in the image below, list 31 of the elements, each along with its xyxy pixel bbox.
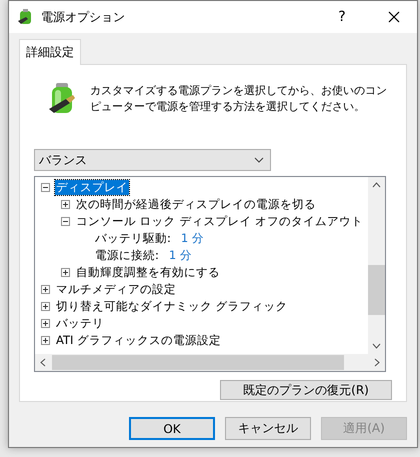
help-button[interactable]: ? [319,9,365,25]
collapse-icon[interactable] [61,216,70,226]
scrollbar-thumb[interactable] [368,265,385,315]
dialog-button[interactable]: キャンセル [225,417,311,440]
tree-item[interactable]: 切り替え可能なダイナミック グラフィック [55,299,289,314]
close-icon[interactable] [388,11,400,23]
dialog-button[interactable]: OK [129,417,215,440]
tree-item[interactable]: 次の時間が経過後ディスプレイの電源を切る [75,197,317,212]
tree-item[interactable]: マルチメディアの設定 [55,282,177,297]
description-text: カスタマイズする電源プランを選択してから、お使いのコンピューターで電源を管理する方法を選択してください。 [90,83,388,115]
scrollbar-thumb[interactable] [52,355,344,370]
expand-icon[interactable] [41,302,50,310]
setting-label: バッテリ駆動: [95,231,171,246]
expand-icon[interactable] [41,284,50,294]
expand-icon[interactable] [61,268,70,276]
tree-item[interactable]: バッテリ [55,316,105,331]
restore-defaults-button[interactable]: 既定のプランの復元(R) [220,380,392,400]
expand-icon[interactable] [41,318,50,328]
tree-item[interactable]: 自動輝度調整を有効にする [75,265,221,280]
setting-value[interactable]: 1 分 [168,248,192,263]
setting-label: 電源に接続: [95,248,159,263]
collapse-icon[interactable] [41,182,50,192]
expand-icon[interactable] [41,336,50,344]
tree-item[interactable]: コンソール ロック ディスプレイ オフのタイムアウト [75,214,364,229]
setting-value[interactable]: 1 分 [180,231,204,246]
plan-dropdown[interactable]: バランス [34,149,271,171]
tree-item[interactable]: ATI グラフィックスの電源設定 [55,333,222,348]
expand-icon[interactable] [61,200,70,208]
tab[interactable]: 詳細設定 [19,39,81,65]
tree-item[interactable]: ディスプレイ [55,180,129,195]
window-title: 電源オプション [41,8,126,26]
